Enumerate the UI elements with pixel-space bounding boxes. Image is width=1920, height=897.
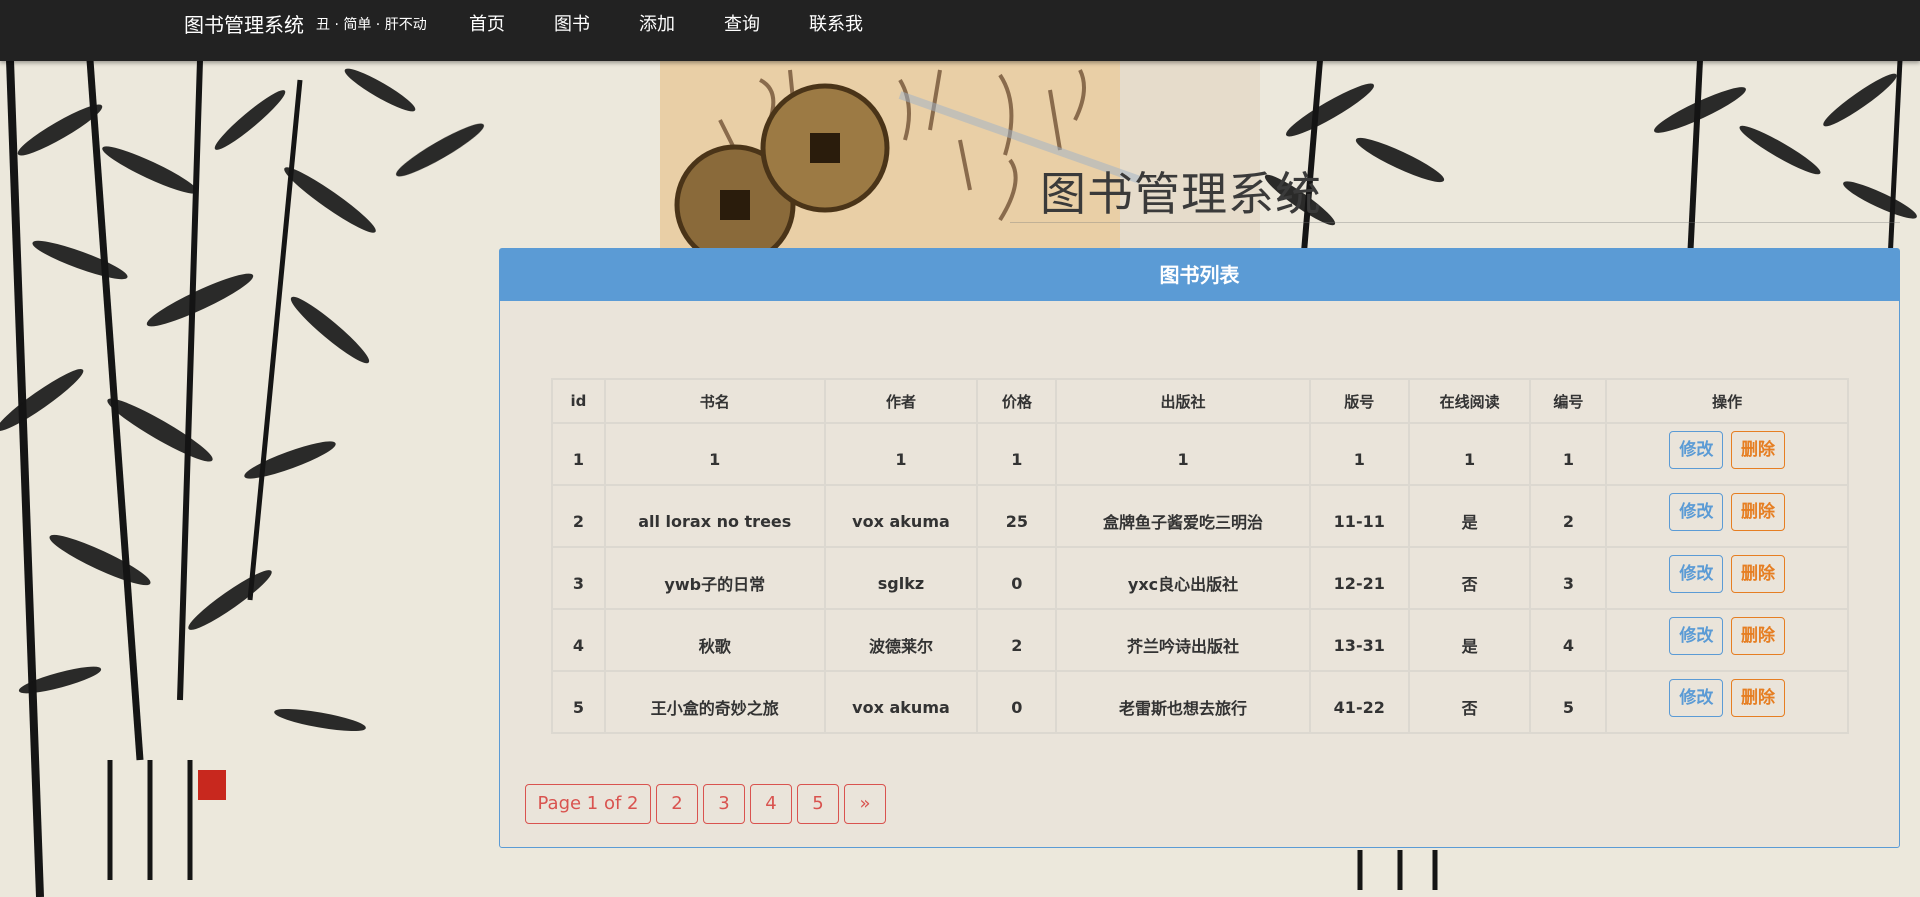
table-cell: all lorax no trees [603,484,826,548]
edit-button[interactable]: 修改 [1669,431,1724,469]
panel-heading: 图书列表 [500,249,1899,301]
page-link-4[interactable]: 4 [750,784,792,824]
table-cell: 王小盒的奇妙之旅 [603,670,826,734]
edit-button[interactable]: 修改 [1669,493,1724,531]
edit-button[interactable]: 修改 [1669,555,1724,593]
column-header: 价格 [976,378,1058,424]
table-row: 3 ywb子的日常 sglkz 0 yxc良心出版社 12-21 否 3 修改 … [551,546,1849,610]
table-cell: 1 [551,422,606,486]
table-cell: 否 [1407,670,1532,734]
table-cell: 老雷斯也想去旅行 [1055,670,1311,734]
table-cell: 13-31 [1308,608,1410,672]
nav-item-add[interactable]: 添加 [639,0,675,50]
table-cell: 1 [1308,422,1410,486]
table-cell: 4 [1529,608,1608,672]
table-cell: 1 [823,422,979,486]
table-cell: sglkz [823,546,979,610]
column-header: 编号 [1529,378,1608,424]
table-cell: 1 [603,422,826,486]
table-row: 1 1 1 1 1 1 1 1 修改 删除 [551,422,1849,486]
table-cell: 2 [551,484,606,548]
table-cell: vox akuma [823,484,979,548]
row-actions: 修改 删除 [1605,546,1849,610]
table-header-row: id 书名 作者 价格 出版社 版号 在线阅读 编号 操作 [551,378,1849,424]
table-cell: 25 [976,484,1058,548]
nav-item-home[interactable]: 首页 [469,0,505,50]
red-seal-image [198,770,226,800]
table-cell: 3 [1529,546,1608,610]
table-row: 2 all lorax no trees vox akuma 25 盒牌鱼子酱爱… [551,484,1849,548]
table-row: 4 秋歌 波德莱尔 2 芥兰吟诗出版社 13-31 是 4 修改 删除 [551,608,1849,672]
book-list-panel: 图书列表 id 书名 作者 价格 出版社 版号 在线阅读 编号 操作 1 1 1 [499,248,1900,848]
column-header: 作者 [823,378,979,424]
column-header: 书名 [603,378,826,424]
page-link-3[interactable]: 3 [703,784,745,824]
column-header: 版号 [1308,378,1410,424]
table-cell: 1 [1529,422,1608,486]
table-cell: 11-11 [1308,484,1410,548]
table-cell: 12-21 [1308,546,1410,610]
brand-link[interactable]: 图书管理系统 [184,0,304,50]
table-cell: 2 [1529,484,1608,548]
edit-button[interactable]: 修改 [1669,617,1724,655]
column-header: 出版社 [1055,378,1311,424]
book-table: id 书名 作者 价格 出版社 版号 在线阅读 编号 操作 1 1 1 1 1 … [551,378,1849,734]
column-header: id [551,378,606,424]
top-navbar: 图书管理系统 丑 · 简单 · 肝不动 首页 图书 添加 查询 联系我 [0,0,1920,61]
table-cell: 5 [1529,670,1608,734]
table-cell: 是 [1407,608,1532,672]
nav-item-search[interactable]: 查询 [724,0,760,50]
nav-item-books[interactable]: 图书 [554,0,590,50]
row-actions: 修改 删除 [1605,608,1849,672]
page-link-2[interactable]: 2 [656,784,698,824]
table-cell: 5 [551,670,606,734]
table-cell: 4 [551,608,606,672]
table-cell: vox akuma [823,670,979,734]
page-status[interactable]: Page 1 of 2 [525,784,651,824]
table-cell: yxc良心出版社 [1055,546,1311,610]
table-cell: 1 [1055,422,1311,486]
table-cell: 0 [976,546,1058,610]
brand-tagline: 丑 · 简单 · 肝不动 [316,17,427,33]
table-cell: 波德莱尔 [823,608,979,672]
delete-button[interactable]: 删除 [1730,617,1785,655]
delete-button[interactable]: 删除 [1730,679,1785,717]
row-actions: 修改 删除 [1605,670,1849,734]
table-cell: 0 [976,670,1058,734]
table-cell: 秋歌 [603,608,826,672]
row-actions: 修改 删除 [1605,484,1849,548]
table-cell: 芥兰吟诗出版社 [1055,608,1311,672]
title-divider [1010,222,1900,223]
delete-button[interactable]: 删除 [1730,493,1785,531]
delete-button[interactable]: 删除 [1730,555,1785,593]
table-cell: 盒牌鱼子酱爱吃三明治 [1055,484,1311,548]
delete-button[interactable]: 删除 [1730,431,1785,469]
table-cell: 1 [1407,422,1532,486]
table-row: 5 王小盒的奇妙之旅 vox akuma 0 老雷斯也想去旅行 41-22 否 … [551,670,1849,734]
nav-item-contact[interactable]: 联系我 [809,0,863,50]
table-cell: 41-22 [1308,670,1410,734]
table-cell: ywb子的日常 [603,546,826,610]
table-cell: 否 [1407,546,1532,610]
table-cell: 2 [976,608,1058,672]
page-title: 图书管理系统 [1040,167,1322,221]
edit-button[interactable]: 修改 [1669,679,1724,717]
next-page-button[interactable]: » [844,784,886,824]
column-header: 操作 [1605,378,1849,424]
table-cell: 3 [551,546,606,610]
row-actions: 修改 删除 [1605,422,1849,486]
table-cell: 1 [976,422,1058,486]
column-header: 在线阅读 [1407,378,1532,424]
table-cell: 是 [1407,484,1532,548]
page-link-5[interactable]: 5 [797,784,839,824]
